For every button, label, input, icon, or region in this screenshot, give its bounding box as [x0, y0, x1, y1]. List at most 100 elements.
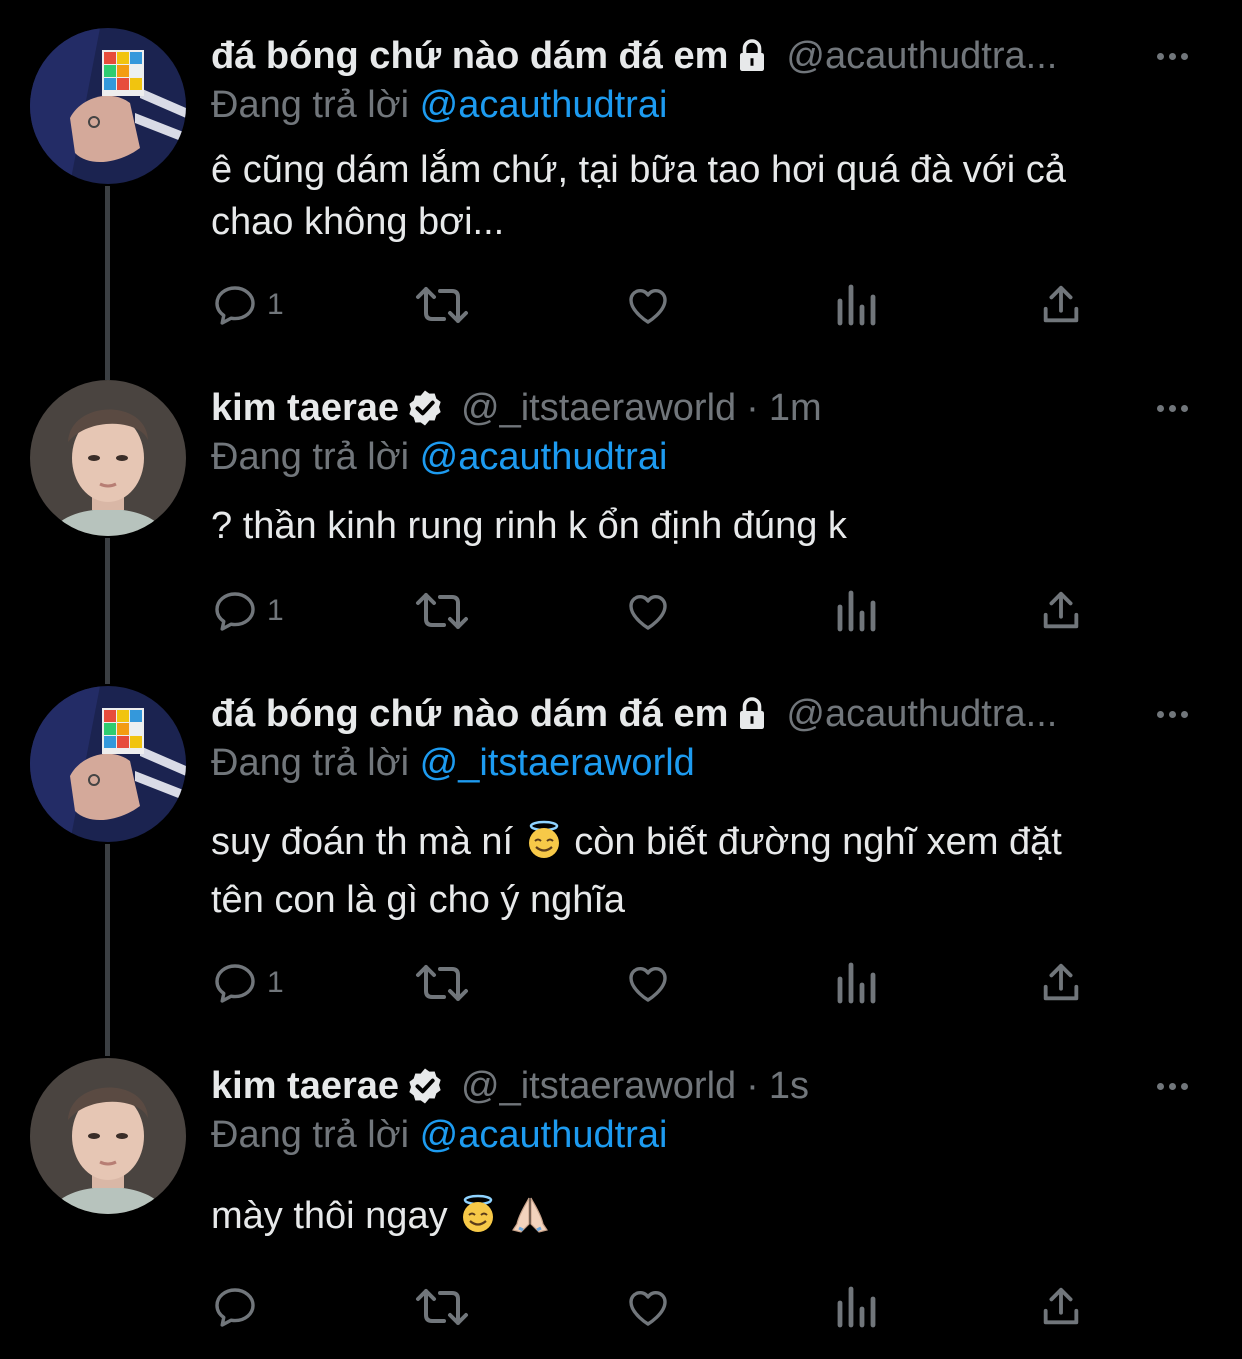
heart-icon — [629, 966, 667, 1002]
avatar[interactable] — [30, 28, 186, 184]
share-button[interactable] — [1038, 1282, 1084, 1332]
reply-button[interactable]: 1 — [211, 958, 284, 1008]
mention-link[interactable]: @acauthudtrai — [420, 84, 668, 126]
retweet-icon — [416, 593, 468, 629]
tweet-text-line: chao không bơi... — [211, 201, 505, 243]
replying-to: Đang trả lời @acauthudtrai — [211, 84, 667, 127]
avatar[interactable] — [30, 686, 186, 842]
avatar[interactable] — [30, 380, 186, 536]
analytics-button[interactable] — [834, 958, 878, 1008]
verified-badge-icon — [405, 388, 445, 428]
like-button[interactable] — [624, 280, 672, 330]
tweet-text: ? thần kinh rung rinh k ổn định đúng k — [211, 500, 1181, 552]
retweet-icon — [416, 1289, 468, 1325]
retweet-button[interactable] — [414, 958, 470, 1008]
retweet-button[interactable] — [414, 1282, 470, 1332]
mention-link[interactable]: @_itstaeraworld — [420, 742, 695, 784]
analytics-icon — [837, 590, 876, 632]
tweet-header: đá bóng chứ nào dám đá em @acauthudtra..… — [211, 686, 1057, 742]
mention-link[interactable]: @acauthudtrai — [420, 436, 668, 478]
tweet[interactable]: kim taerae @_itstaeraworld · 1m Đang trả… — [0, 380, 1242, 640]
share-icon — [1043, 1287, 1079, 1325]
display-name[interactable]: kim taerae — [211, 1065, 399, 1108]
reply-icon — [215, 592, 255, 631]
tweet-text-segment: còn biết đường nghĩ xem đặt — [574, 821, 1062, 863]
tweet-text: mày thôi ngay — [211, 1190, 1181, 1248]
share-icon — [1043, 285, 1079, 323]
angel-emoji-icon — [458, 1194, 498, 1248]
display-name[interactable]: kim taerae — [211, 387, 399, 430]
replying-to: Đang trả lời @_itstaeraworld — [211, 742, 695, 785]
tweet-text-line: suy đoán th mà ní còn biết đường nghĩ xe… — [211, 816, 1181, 874]
heart-icon — [629, 1290, 667, 1326]
replying-to: Đang trả lời @acauthudtrai — [211, 1114, 667, 1157]
tweet-text-line: ? thần kinh rung rinh k ổn định đúng k — [211, 505, 847, 547]
more-icon[interactable] — [1157, 686, 1188, 742]
avatar[interactable] — [30, 1058, 186, 1214]
reply-count: 1 — [267, 966, 284, 999]
reply-icon — [215, 964, 255, 1003]
tweet-text: suy đoán th mà ní còn biết đường nghĩ xe… — [211, 816, 1181, 926]
analytics-button[interactable] — [834, 586, 878, 636]
replying-label: Đang trả lời — [211, 84, 410, 126]
share-button[interactable] — [1038, 958, 1084, 1008]
replying-to: Đang trả lời @acauthudtrai — [211, 436, 667, 479]
handle[interactable]: @acauthudtra... — [786, 693, 1057, 736]
timestamp[interactable]: 1m — [769, 387, 822, 430]
tweet-header: kim taerae @_itstaeraworld · 1m — [211, 380, 822, 436]
tweet[interactable]: đá bóng chứ nào dám đá em @acauthudtra..… — [0, 686, 1242, 1016]
action-bar: 1 — [211, 958, 1091, 1008]
analytics-button[interactable] — [834, 280, 878, 330]
share-button[interactable] — [1038, 586, 1084, 636]
replying-label: Đang trả lời — [211, 1114, 410, 1156]
share-button[interactable] — [1038, 280, 1084, 330]
reply-button[interactable] — [211, 1282, 267, 1332]
heart-icon — [629, 594, 667, 630]
timestamp[interactable]: 1s — [769, 1065, 809, 1108]
retweet-button[interactable] — [414, 586, 470, 636]
retweet-icon — [416, 287, 468, 323]
separator-dot: · — [746, 1064, 759, 1107]
retweet-icon — [416, 965, 468, 1001]
share-icon — [1043, 591, 1079, 629]
tweet-text: ê cũng dám lắm chứ, tại bữa tao hơi quá … — [211, 144, 1181, 248]
tweet[interactable]: đá bóng chứ nào dám đá em @acauthudtra..… — [0, 28, 1242, 348]
reply-count: 1 — [267, 288, 284, 321]
handle[interactable]: @_itstaeraworld — [461, 387, 736, 430]
display-name[interactable]: đá bóng chứ nào dám đá em — [211, 35, 728, 78]
more-icon[interactable] — [1157, 28, 1188, 84]
lock-icon — [734, 696, 770, 732]
tweet-text-line: ê cũng dám lắm chứ, tại bữa tao hơi quá … — [211, 149, 1066, 191]
display-name[interactable]: đá bóng chứ nào dám đá em — [211, 693, 728, 736]
handle[interactable]: @_itstaeraworld — [461, 1065, 736, 1108]
more-icon[interactable] — [1157, 1058, 1188, 1114]
like-button[interactable] — [624, 958, 672, 1008]
tweet-header: đá bóng chứ nào dám đá em @acauthudtra..… — [211, 28, 1057, 84]
analytics-button[interactable] — [834, 1282, 878, 1332]
separator-dot: · — [746, 386, 759, 429]
like-button[interactable] — [624, 586, 672, 636]
mention-link[interactable]: @acauthudtrai — [420, 1114, 668, 1156]
tweet-text-line: tên con là gì cho ý nghĩa — [211, 879, 626, 921]
analytics-icon — [837, 284, 876, 326]
reply-button[interactable]: 1 — [211, 586, 284, 636]
verified-badge-icon — [405, 1066, 445, 1106]
analytics-icon — [837, 1286, 876, 1328]
handle[interactable]: @acauthudtra... — [786, 35, 1057, 78]
share-icon — [1043, 963, 1079, 1001]
angel-emoji-icon — [524, 820, 564, 874]
tweet[interactable]: kim taerae @_itstaeraworld · 1s Đang trả… — [0, 1058, 1242, 1338]
action-bar: 1 — [211, 586, 1091, 636]
reply-button[interactable]: 1 — [211, 280, 284, 330]
retweet-button[interactable] — [414, 280, 470, 330]
more-icon[interactable] — [1157, 380, 1188, 436]
action-bar: 1 — [211, 280, 1091, 330]
lock-icon — [734, 38, 770, 74]
tweet-header: kim taerae @_itstaeraworld · 1s — [211, 1058, 809, 1114]
reply-icon — [215, 286, 255, 325]
reply-icon — [215, 1288, 255, 1327]
replying-label: Đang trả lời — [211, 742, 410, 784]
analytics-icon — [837, 962, 876, 1004]
reply-count: 1 — [267, 594, 284, 627]
like-button[interactable] — [624, 1282, 672, 1332]
